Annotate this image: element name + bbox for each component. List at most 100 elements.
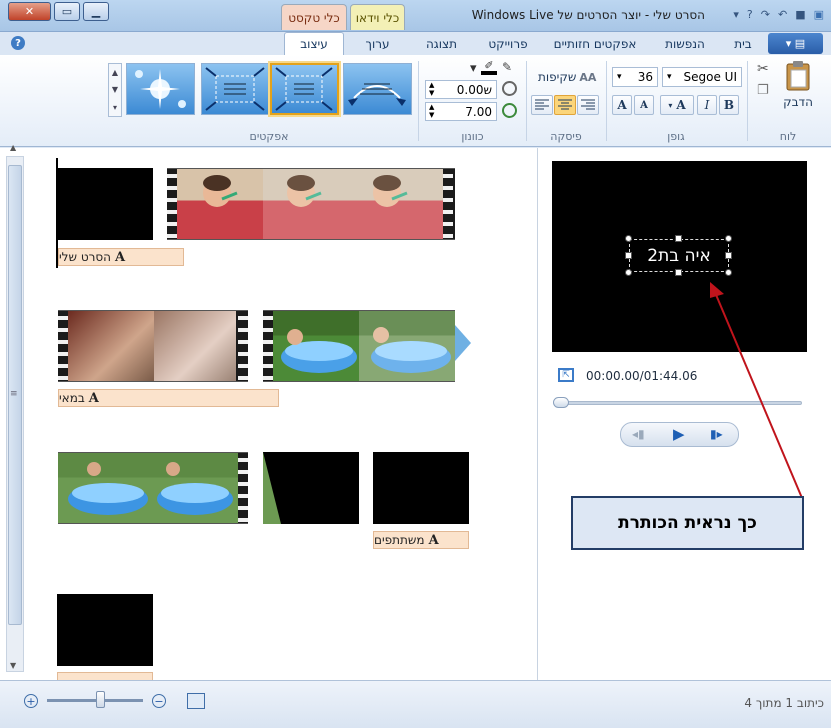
seek-thumb[interactable] [553,397,569,408]
thumbnail-size-icon[interactable] [187,693,205,709]
film-holes-right [443,169,453,239]
quick-access-toolbar: ▾ ? ↷ ↶ ■ ▣ [712,8,824,24]
previous-frame-button[interactable]: ◂▮ [632,427,645,441]
title-clip-1[interactable] [58,168,153,240]
baby-thumbnail-icon [287,175,322,207]
outline-color-icon[interactable]: ✎ [502,60,512,74]
scroll-down-icon[interactable]: ▼ [10,661,16,670]
black-clip-end[interactable] [57,594,153,666]
caption-clip-3[interactable]: A משתתפים [373,531,469,549]
transparency-button[interactable]: שקיפות AA [538,68,600,86]
dropdown-icon[interactable]: ▾ [733,8,739,24]
save-icon[interactable]: ■ [795,8,805,24]
resize-handle-icon[interactable] [625,235,632,242]
baby-thumbnail-icon [373,175,408,207]
zoom-slider-thumb[interactable] [96,691,105,708]
resize-handle-icon[interactable] [675,269,682,276]
undo-icon[interactable]: ↶ [778,8,787,24]
redo-icon[interactable]: ↷ [761,8,770,24]
tab-edit[interactable]: ערוך [350,32,405,55]
ctx-tab-video-tools[interactable]: כלי וידאו [350,4,405,30]
bg-color-icon[interactable]: ✐ [481,59,497,75]
clipboard-group-label: לוח [779,130,797,143]
resize-handle-icon[interactable] [725,269,732,276]
resize-handle-icon[interactable] [625,252,632,259]
zoom-in-effect-icon [275,67,333,111]
video-frame [58,453,153,523]
tab-visual-effects[interactable]: אפקטים חזותיים [545,32,645,55]
film-holes-left [58,311,68,381]
tab-view[interactable]: תצוגה [414,32,469,55]
align-center-button[interactable] [554,95,576,115]
storyboard-scrollbar[interactable]: ▲ ≡ ▼ [6,143,24,672]
caption-text: הסרט שלי [59,250,112,264]
maximize-button[interactable]: ▭ [54,2,80,21]
scroll-up-icon[interactable]: ▲ [10,143,16,152]
close-button[interactable]: ✕ [8,2,51,21]
ctx-tab-text-tools[interactable]: כלי טקסט [281,4,347,30]
minimize-button[interactable]: ▁ [83,2,109,21]
start-time-spin-icon[interactable]: ▲ ▼ [429,81,434,97]
effects-scroll[interactable]: ▲ ▼ ▾ [108,63,122,117]
play-button[interactable]: ▶ [673,425,685,443]
resize-handle-icon[interactable] [625,269,632,276]
caption-clip-2[interactable]: A במאי [58,389,279,407]
paragraph-group-label: פיסקה [550,130,582,143]
effect-zoom-in[interactable] [270,63,339,115]
copy-icon[interactable]: ❐ [757,83,769,98]
zoom-out-icon[interactable]: − [152,694,166,708]
zoom-slider-track[interactable] [47,699,143,702]
app-menu-button[interactable]: ▾ ▤ [768,33,823,54]
transparency-icon: AA [579,70,597,84]
tab-home[interactable]: בית [722,32,764,55]
transition-arrow-icon [455,325,471,361]
caption-text: משתתפים [374,533,425,547]
effect-sparkle[interactable] [126,63,195,115]
effect-zoom-out[interactable] [201,63,270,115]
start-time-field[interactable]: ▲ ▼ 0.00ש [425,80,497,99]
grow-font-button[interactable]: A [612,95,632,115]
credits-clip[interactable] [373,452,469,524]
zoom-in-icon[interactable]: + [24,694,38,708]
video-clip-pool-1[interactable] [263,310,455,382]
effect-scroll[interactable] [343,63,412,115]
font-color-dropdown-icon[interactable]: ▾ [668,100,672,110]
font-size-select[interactable]: ▾ 36 [612,67,658,87]
scroll-grip-icon: ≡ [10,389,18,399]
resize-handle-icon[interactable] [725,235,732,242]
font-family-dropdown-icon[interactable]: ▾ [667,72,672,82]
shrink-font-button[interactable]: A [634,95,654,115]
font-color-button[interactable]: ▾ A [660,95,694,115]
tab-format[interactable]: עיצוב [284,32,344,55]
tab-project[interactable]: פרוייקט [476,32,540,55]
item-count: כיתוב 1 מתוך 4 [744,696,824,710]
help-icon[interactable]: ? [11,36,25,50]
separator [526,61,527,141]
font-size-dropdown-icon[interactable]: ▾ [617,72,622,82]
black-clip-transition[interactable] [263,452,359,524]
align-left-button[interactable] [531,95,553,115]
fullscreen-icon[interactable]: ⇱ [558,368,574,382]
text-color-icon[interactable]: ▾ [470,61,477,76]
bold-button[interactable]: B [719,95,739,115]
help-small-icon[interactable]: ? [747,8,753,24]
pool-thumbnail-icon [281,329,357,373]
video-clip-pool-2[interactable] [58,452,248,524]
paste-button[interactable]: הדבק [778,60,818,116]
align-right-button[interactable] [577,95,599,115]
font-family-select[interactable]: ▾ Segoe UI [662,67,742,87]
video-clip-baby-playing[interactable] [58,310,248,382]
duration-field[interactable]: ▲ ▼ 7.00 [425,102,497,121]
duration-spin-icon[interactable]: ▲ ▼ [429,103,434,119]
tab-animations[interactable]: הנפשות [655,32,715,55]
italic-button[interactable]: I [697,95,717,115]
preview-title-text[interactable]: איה בת2 [629,239,729,272]
separator [747,61,748,141]
cut-icon[interactable]: ✂ [757,61,769,77]
video-clip-baby-drinking[interactable] [167,168,455,240]
resize-handle-icon[interactable] [675,235,682,242]
resize-handle-icon[interactable] [725,252,732,259]
caption-text-icon: A [428,532,439,548]
caption-clip-4-partial[interactable] [57,672,153,680]
caption-clip-1[interactable]: A הסרט שלי [58,248,184,266]
